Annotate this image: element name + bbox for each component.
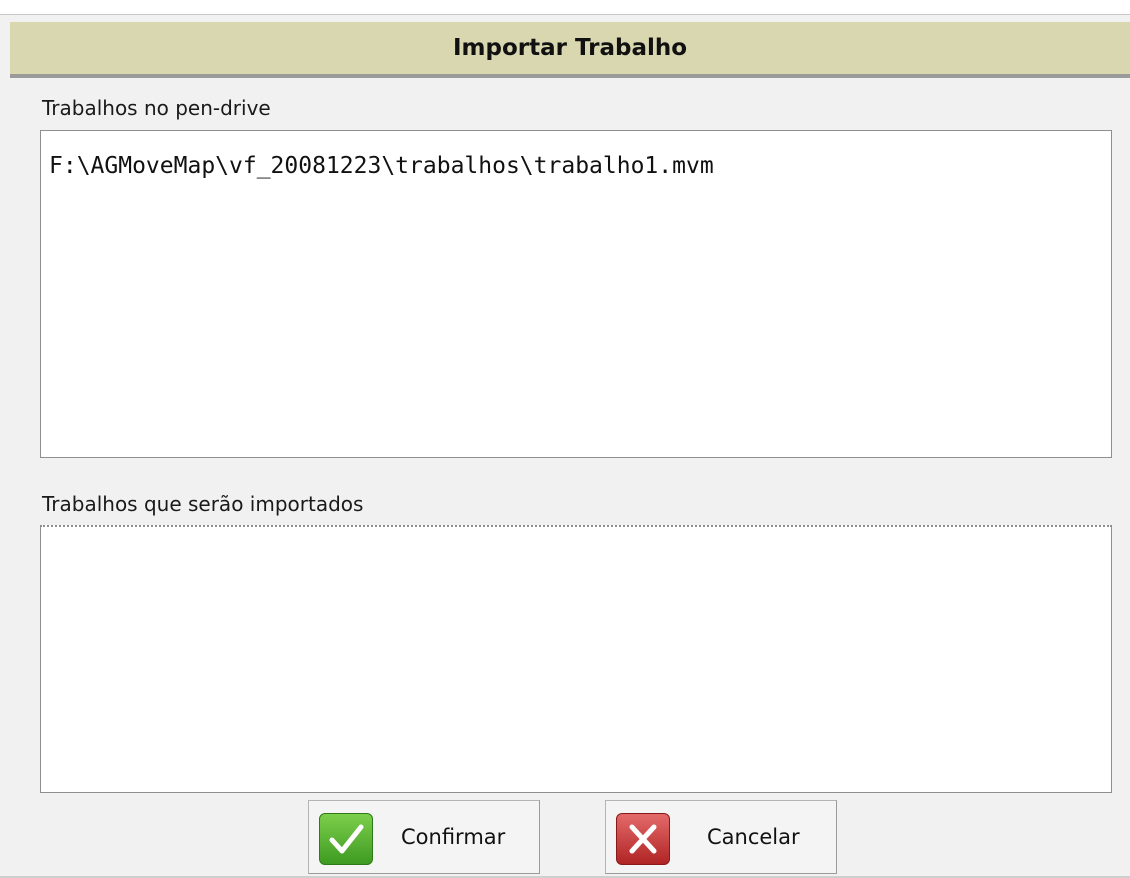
pendrive-list[interactable]: F:\AGMoveMap\vf_20081223\trabalhos\traba… [40,130,1112,458]
cancel-button-label: Cancelar [707,825,800,849]
import-dialog: Importar Trabalho Trabalhos no pen-drive… [0,0,1130,878]
top-strip [0,0,1130,15]
confirm-button-label: Confirmar [401,825,506,849]
list-item[interactable]: F:\AGMoveMap\vf_20081223\trabalhos\traba… [49,153,714,179]
title-bar: Importar Trabalho [10,22,1130,78]
check-icon [319,813,373,865]
pendrive-list-label: Trabalhos no pen-drive [42,96,271,120]
dialog-title: Importar Trabalho [452,35,688,61]
confirm-button[interactable]: Confirmar [308,800,540,874]
import-list[interactable] [40,525,1112,793]
close-icon [616,813,670,865]
import-list-label: Trabalhos que serão importados [42,492,364,516]
cancel-button[interactable]: Cancelar [605,800,837,874]
